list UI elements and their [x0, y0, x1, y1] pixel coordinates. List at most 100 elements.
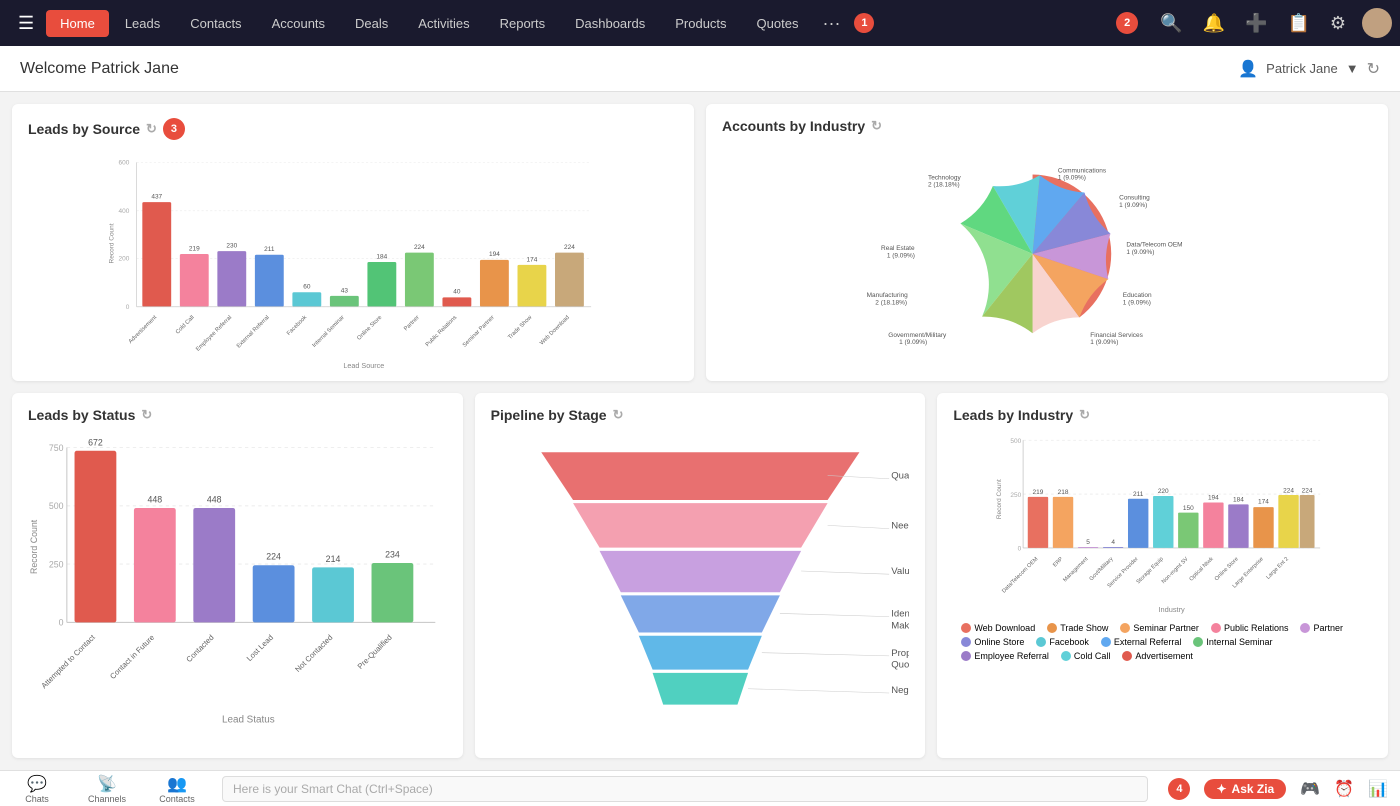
legend-cold-call: Cold Call	[1061, 651, 1111, 661]
chats-label: Chats	[25, 794, 49, 804]
clock-icon[interactable]: ⏰	[1334, 779, 1354, 799]
nav-badge-2: 2	[1116, 12, 1138, 34]
svg-text:400: 400	[119, 208, 130, 215]
svg-text:211: 211	[1133, 490, 1144, 497]
svg-text:0: 0	[59, 617, 64, 627]
svg-text:1 (9.09%): 1 (9.09%)	[1119, 202, 1147, 209]
leads-by-source-card: Leads by Source ↻ 3 Record Count 600 400…	[12, 104, 694, 381]
svg-text:Financial Services: Financial Services	[1090, 332, 1143, 339]
nav-reports[interactable]: Reports	[486, 10, 560, 37]
svg-text:Record Count: Record Count	[29, 519, 39, 574]
svg-text:1 (9.09%): 1 (9.09%)	[1090, 339, 1118, 346]
svg-text:0: 0	[1018, 545, 1022, 552]
svg-text:Qualification: Qualification	[891, 470, 909, 481]
svg-text:1 (9.09%): 1 (9.09%)	[887, 252, 915, 259]
svg-text:Identify Decision: Identify Decision	[891, 608, 909, 619]
svg-text:Government/Military: Government/Military	[888, 332, 947, 339]
svg-text:Record Count: Record Count	[108, 223, 115, 263]
add-icon[interactable]: ➕	[1237, 9, 1275, 38]
smart-chat-placeholder: Here is your Smart Chat (Ctrl+Space)	[233, 782, 433, 796]
pipeline-title: Pipeline by Stage ↻	[491, 407, 910, 423]
nav-products[interactable]: Products	[661, 10, 740, 37]
nav-contacts[interactable]: Contacts	[176, 10, 255, 37]
svg-text:Real Estate: Real Estate	[881, 245, 915, 252]
svg-text:Partner: Partner	[403, 315, 421, 333]
nav-more-icon[interactable]: ···	[814, 9, 848, 38]
svg-text:224: 224	[414, 244, 425, 251]
leads-industry-refresh[interactable]: ↻	[1079, 407, 1090, 423]
svg-text:5: 5	[1087, 539, 1091, 546]
svg-text:Management: Management	[1063, 555, 1090, 582]
nav-accounts[interactable]: Accounts	[258, 10, 339, 37]
svg-text:Contact in Future: Contact in Future	[108, 632, 156, 680]
leads-status-refresh[interactable]: ↻	[141, 407, 152, 423]
svg-text:2 (18.18%): 2 (18.18%)	[875, 299, 907, 306]
hamburger-icon[interactable]: ☰	[8, 7, 44, 40]
svg-text:224: 224	[266, 551, 281, 561]
svg-text:214: 214	[326, 553, 341, 563]
svg-text:Online Store: Online Store	[1214, 556, 1240, 582]
gamepad-icon[interactable]: 🎮	[1300, 779, 1320, 799]
status-bar: 💬 Chats 📡 Channels 👥 Contacts Here is yo…	[0, 770, 1400, 806]
svg-text:184: 184	[376, 253, 387, 260]
accounts-industry-refresh[interactable]: ↻	[871, 118, 882, 134]
nav-leads[interactable]: Leads	[111, 10, 174, 37]
svg-text:224: 224	[564, 244, 575, 251]
nav-home[interactable]: Home	[46, 10, 109, 37]
nav-activities[interactable]: Activities	[404, 10, 483, 37]
svg-text:224: 224	[1302, 487, 1313, 494]
smart-chat-input[interactable]: Here is your Smart Chat (Ctrl+Space)	[222, 776, 1148, 802]
nav-dashboards[interactable]: Dashboards	[561, 10, 659, 37]
header-refresh-icon[interactable]: ↻	[1367, 59, 1380, 79]
legend-public-relations: Public Relations	[1211, 623, 1289, 633]
svg-text:ERP: ERP	[1052, 556, 1065, 569]
svg-text:Attempted to Contact: Attempted to Contact	[39, 632, 97, 690]
nav-quotes[interactable]: Quotes	[743, 10, 813, 37]
ask-zia-button[interactable]: ✦ Ask Zia	[1204, 779, 1286, 799]
svg-text:174: 174	[527, 256, 538, 263]
nav-badge-1: 1	[854, 13, 874, 33]
legend-external-referral: External Referral	[1101, 637, 1182, 647]
search-icon[interactable]: 🔍	[1152, 9, 1190, 38]
pipeline-refresh[interactable]: ↻	[613, 407, 624, 423]
leads-industry-chart: Record Count 500 250 0 219 218 5	[953, 431, 1372, 617]
svg-text:Consulting: Consulting	[1119, 195, 1150, 202]
svg-text:Technology: Technology	[928, 175, 962, 182]
svg-text:Makers: Makers	[891, 620, 909, 631]
svg-text:Govt/Military: Govt/Military	[1089, 556, 1115, 582]
header-right: 👤 Patrick Jane ▼ ↻	[1238, 59, 1380, 79]
svg-text:194: 194	[1208, 494, 1219, 501]
svg-text:Seminar Partner: Seminar Partner	[462, 315, 496, 349]
svg-text:750: 750	[49, 442, 64, 452]
channels-icon: 📡	[97, 774, 117, 794]
channels-item[interactable]: 📡 Channels	[82, 774, 132, 804]
avatar[interactable]	[1362, 8, 1392, 38]
svg-text:Lead Status: Lead Status	[222, 714, 275, 725]
legend-facebook: Facebook	[1036, 637, 1089, 647]
leads-by-status-card: Leads by Status ↻ Record Count 750 500 2…	[12, 393, 463, 758]
svg-text:Data/Telecom OEM: Data/Telecom OEM	[1126, 242, 1182, 249]
chart-icon[interactable]: 📊	[1368, 779, 1388, 799]
header-username: Patrick Jane	[1266, 61, 1338, 76]
settings-icon[interactable]: ⚙	[1322, 9, 1354, 38]
svg-text:Optical Ntwk: Optical Ntwk	[1189, 556, 1215, 582]
legend-partner: Partner	[1300, 623, 1343, 633]
legend-advertisement: Advertisement	[1122, 651, 1193, 661]
svg-text:Web Download: Web Download	[539, 315, 571, 347]
import-icon[interactable]: 📋	[1279, 9, 1317, 38]
svg-text:672: 672	[88, 437, 103, 447]
leads-source-refresh[interactable]: ↻	[146, 121, 157, 137]
svg-text:Negotiation/Review: Negotiation/Review	[891, 684, 909, 695]
chats-icon: 💬	[27, 774, 47, 794]
bell-icon[interactable]: 🔔	[1195, 9, 1233, 38]
status-bar-right: 4 ✦ Ask Zia 🎮 ⏰ 📊	[1168, 778, 1388, 800]
accounts-industry-chart: Communications 1 (9.09%) Consulting 1 (9…	[722, 142, 1372, 366]
svg-text:1 (9.09%): 1 (9.09%)	[1126, 249, 1154, 256]
svg-text:2 (18.18%): 2 (18.18%)	[928, 182, 960, 189]
svg-text:1 (9.09%): 1 (9.09%)	[1123, 299, 1151, 306]
svg-text:Education: Education	[1123, 292, 1152, 299]
chats-item[interactable]: 💬 Chats	[12, 774, 62, 804]
contacts-item[interactable]: 👥 Contacts	[152, 774, 202, 804]
svg-text:Public Relations: Public Relations	[425, 315, 459, 349]
nav-deals[interactable]: Deals	[341, 10, 402, 37]
